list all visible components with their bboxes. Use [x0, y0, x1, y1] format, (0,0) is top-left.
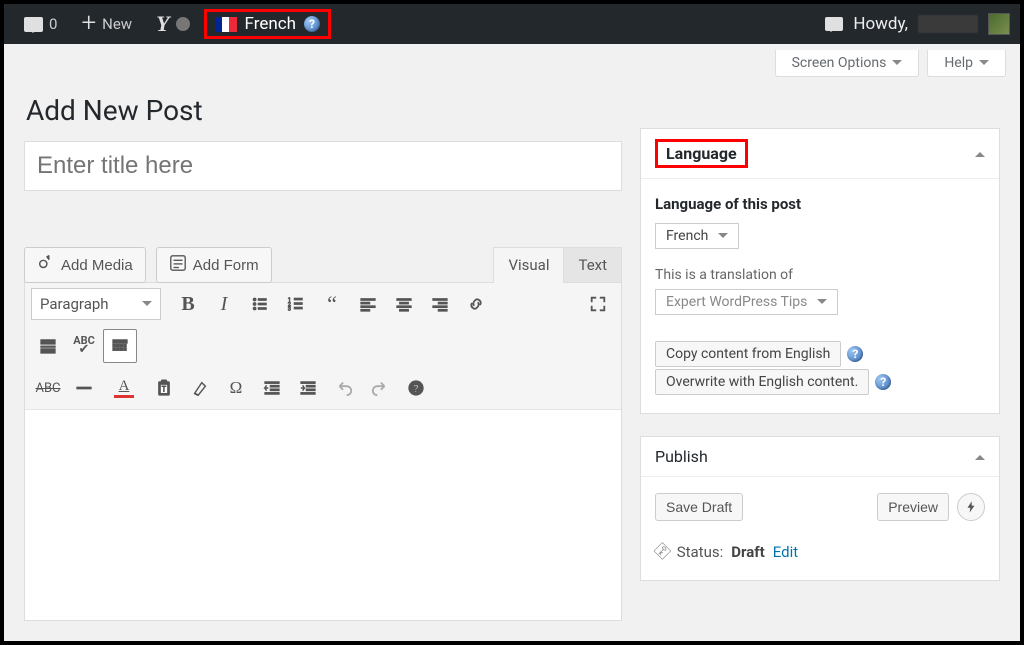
user-name-blur — [918, 15, 978, 33]
translation-of-value: Expert WordPress Tips — [666, 294, 807, 310]
comments-menu[interactable]: 0 — [14, 4, 67, 44]
seo-status-dot-icon — [176, 17, 190, 31]
help-icon[interactable]: ? — [847, 346, 863, 362]
add-form-label: Add Form — [193, 257, 259, 274]
help-label: Help — [944, 55, 973, 71]
notification-icon[interactable] — [825, 17, 843, 31]
chevron-down-icon — [817, 299, 827, 309]
preview-button[interactable]: Preview — [877, 493, 949, 521]
status-value: Draft — [731, 543, 764, 561]
chevron-down-icon — [892, 60, 902, 70]
content-editor[interactable] — [25, 410, 621, 620]
help-tab[interactable]: Help — [927, 50, 1006, 77]
language-of-post-label: Language of this post — [655, 195, 985, 213]
translation-of-select[interactable]: Expert WordPress Tips — [655, 289, 838, 315]
svg-text:T: T — [162, 385, 167, 394]
post-language-select[interactable]: French — [655, 223, 739, 249]
sidebar-column: Language Language of this post French Th… — [640, 50, 1000, 621]
add-media-button[interactable]: Add Media — [24, 247, 146, 283]
format-select-label: Paragraph — [40, 295, 109, 313]
align-center-button[interactable] — [387, 287, 421, 321]
strikethrough-button[interactable]: ABC — [31, 371, 65, 405]
screen-options-tab[interactable]: Screen Options — [775, 50, 920, 77]
indent-button[interactable] — [291, 371, 325, 405]
overwrite-content-button[interactable]: Overwrite with English content. — [655, 369, 869, 395]
editor-toolbar: Paragraph B I 123 “ — [25, 283, 621, 410]
redo-button[interactable] — [363, 371, 397, 405]
translation-of-label: This is a translation of — [655, 267, 985, 283]
language-label: French — [245, 14, 296, 34]
chevron-down-icon — [142, 301, 152, 311]
admin-bar-left: 0 + New Y French ? — [14, 4, 331, 44]
comments-count: 0 — [49, 15, 57, 33]
align-left-button[interactable] — [351, 287, 385, 321]
chevron-down-icon — [718, 233, 728, 243]
svg-text:3: 3 — [288, 306, 291, 312]
editor-tab-visual[interactable]: Visual — [493, 247, 564, 283]
bullet-list-button[interactable] — [243, 287, 277, 321]
spellcheck-button[interactable]: ABC ✔ — [67, 329, 101, 363]
media-icon — [37, 254, 55, 276]
format-select[interactable]: Paragraph — [31, 288, 161, 320]
chevron-down-icon — [979, 60, 989, 70]
language-metabox: Language Language of this post French Th… — [640, 128, 1000, 414]
yoast-menu[interactable]: Y — [146, 4, 199, 44]
text-color-button[interactable]: A — [103, 371, 145, 405]
save-draft-button[interactable]: Save Draft — [655, 493, 743, 521]
editor-box: Paragraph B I 123 “ — [24, 282, 622, 621]
add-media-label: Add Media — [61, 257, 133, 274]
edit-status-link[interactable]: Edit — [773, 543, 798, 561]
post-language-value: French — [666, 228, 708, 244]
toolbar-toggle-button[interactable] — [103, 329, 137, 363]
screen-meta-links: Screen Options Help — [775, 50, 1006, 77]
comment-icon — [24, 17, 43, 32]
horizontal-rule-button[interactable] — [67, 371, 101, 405]
help-icon[interactable]: ? — [875, 374, 891, 390]
blockquote-button[interactable]: “ — [315, 287, 349, 321]
collapse-icon[interactable] — [975, 450, 985, 460]
editor-main-column: Add New Post Add Media Add Form Visual — [24, 50, 622, 621]
clear-formatting-button[interactable] — [183, 371, 217, 405]
admin-bar-right: Howdy, — [825, 13, 1010, 35]
align-right-button[interactable] — [423, 287, 457, 321]
insert-read-more-button[interactable] — [31, 329, 65, 363]
france-flag-icon — [215, 17, 237, 32]
keyboard-help-button[interactable]: ? — [399, 371, 433, 405]
publish-metabox-title: Publish — [655, 447, 708, 466]
key-icon: ⚿ — [650, 539, 675, 564]
numbered-list-button[interactable]: 123 — [279, 287, 313, 321]
italic-button[interactable]: I — [207, 287, 241, 321]
page-title: Add New Post — [26, 94, 622, 127]
status-label: Status: — [677, 543, 724, 561]
svg-text:?: ? — [413, 383, 418, 396]
paste-text-button[interactable]: T — [147, 371, 181, 405]
howdy-label[interactable]: Howdy, — [853, 14, 908, 34]
add-form-button[interactable]: Add Form — [156, 247, 272, 283]
language-metabox-title: Language — [655, 139, 748, 168]
bold-button[interactable]: B — [171, 287, 205, 321]
help-icon[interactable]: ? — [304, 16, 320, 32]
plus-icon: + — [81, 10, 96, 36]
insert-link-button[interactable] — [459, 287, 493, 321]
new-label: New — [102, 15, 132, 33]
form-icon — [169, 254, 187, 276]
screen-options-label: Screen Options — [792, 55, 887, 71]
avatar[interactable] — [988, 13, 1010, 35]
post-title-input[interactable] — [24, 141, 622, 191]
undo-button[interactable] — [327, 371, 361, 405]
new-content-menu[interactable]: + New — [71, 4, 142, 44]
fullscreen-button[interactable] — [581, 287, 615, 321]
collapse-icon[interactable] — [975, 147, 985, 157]
publish-metabox: Publish Save Draft Preview — [640, 436, 1000, 581]
language-switcher[interactable]: French ? — [204, 4, 331, 44]
copy-content-button[interactable]: Copy content from English — [655, 341, 841, 367]
special-character-button[interactable]: Ω — [219, 371, 253, 405]
admin-bar: 0 + New Y French ? How — [4, 4, 1020, 44]
outdent-button[interactable] — [255, 371, 289, 405]
yoast-icon: Y — [156, 11, 169, 37]
editor-tab-text[interactable]: Text — [564, 247, 622, 283]
editor-mode-tabs: Visual Text — [493, 247, 622, 283]
amp-preview-button[interactable] — [957, 493, 985, 521]
